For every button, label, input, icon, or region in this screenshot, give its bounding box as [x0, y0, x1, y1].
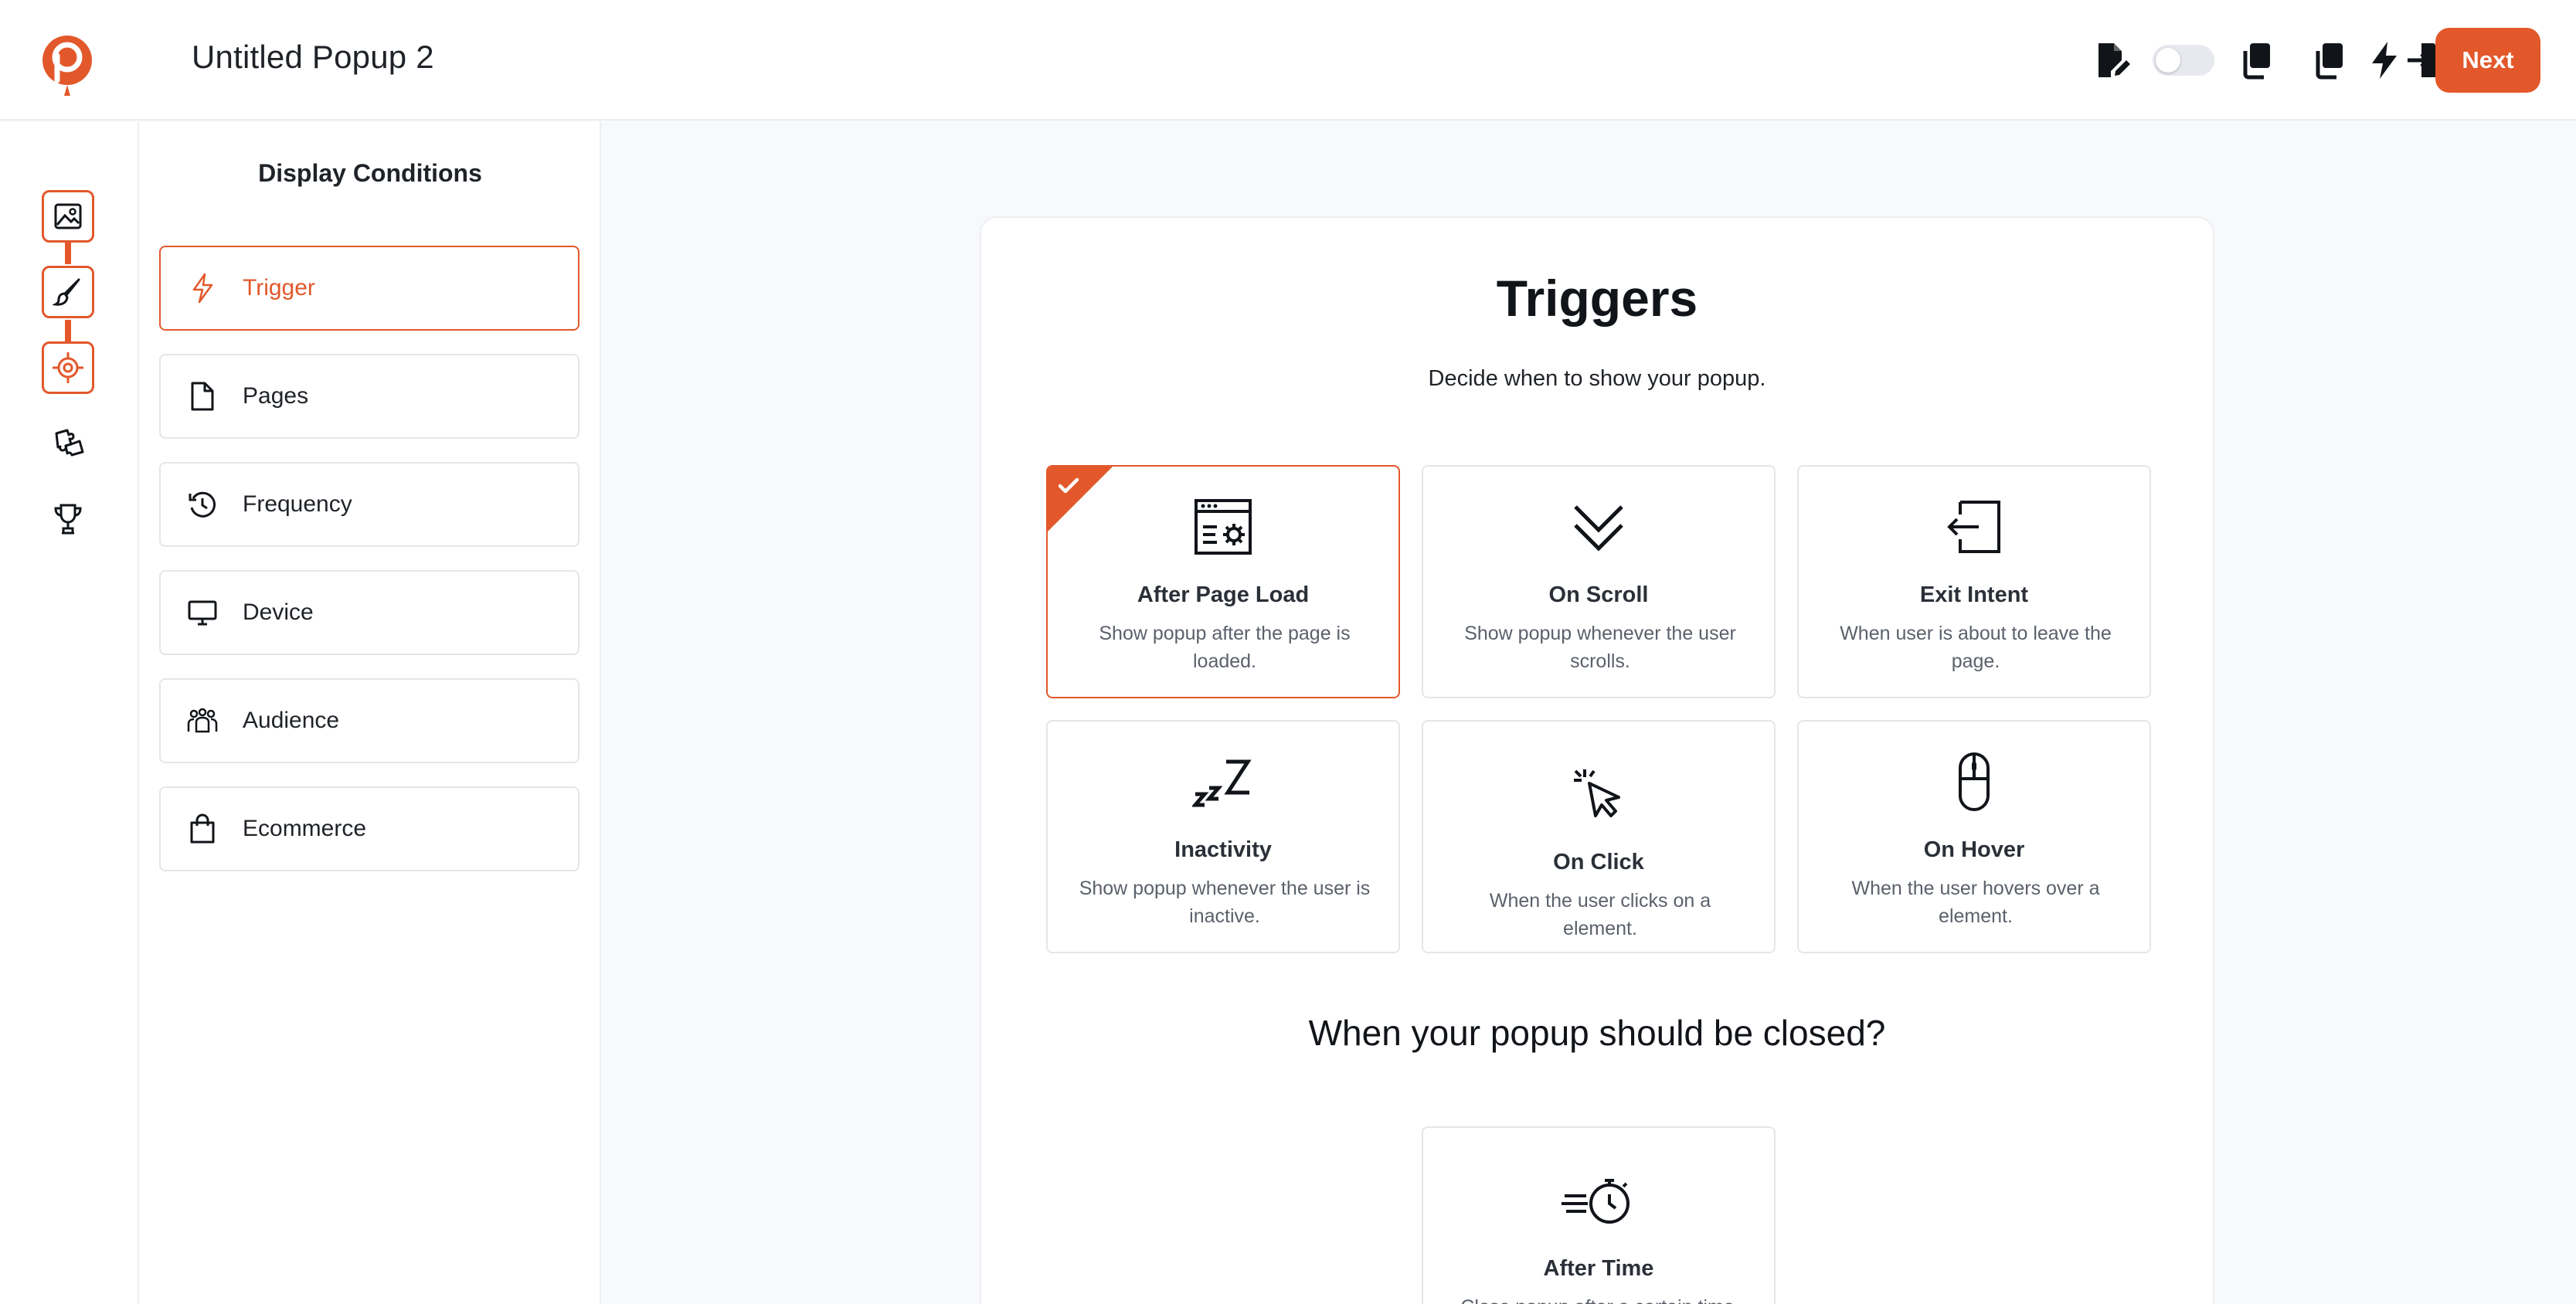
- condition-label: Ecommerce: [243, 816, 367, 841]
- close-after-time[interactable]: After Time Close popup after a certain t…: [1422, 1126, 1776, 1304]
- step-style-brush[interactable]: [42, 266, 94, 318]
- triggers-card: Triggers Decide when to show your popup.…: [980, 216, 2214, 1304]
- trigger-exit-intent[interactable]: Exit Intent When user is about to leave …: [1797, 465, 2151, 698]
- stopwatch-icon: [1423, 1168, 1774, 1233]
- trigger-on-click[interactable]: On Click When the user clicks on a eleme…: [1422, 720, 1776, 953]
- trigger-description: When the user hovers over a element.: [1851, 878, 2100, 927]
- exit-icon: [1799, 494, 2149, 559]
- condition-ecommerce[interactable]: Ecommerce: [159, 786, 579, 871]
- bolt-icon: [185, 271, 219, 305]
- trigger-description: When user is about to leave the page.: [1840, 623, 2112, 672]
- trigger-title: After Page Load: [1137, 582, 1310, 607]
- condition-label: Device: [243, 599, 314, 625]
- bolt-icon[interactable]: [2364, 40, 2404, 80]
- edit-document-icon[interactable]: [2092, 40, 2133, 80]
- condition-audience[interactable]: Audience: [159, 678, 579, 763]
- cursor-click-icon: [1423, 762, 1774, 827]
- close-heading: When your popup should be closed?: [1308, 1013, 1886, 1053]
- top-header: Untitled Popup 2 Next: [0, 0, 2576, 121]
- duplicate-icon[interactable]: [2310, 40, 2350, 80]
- step-integrations[interactable]: [43, 419, 93, 468]
- page-settings-icon: [1048, 494, 1398, 559]
- people-icon: [185, 704, 219, 738]
- file-icon: [185, 379, 219, 413]
- trigger-description: Show popup after the page is loaded.: [1099, 623, 1351, 672]
- trigger-title: On Click: [1553, 850, 1644, 874]
- trophy-icon: [54, 504, 82, 535]
- sleep-icon: [1048, 749, 1398, 814]
- popup-title[interactable]: Untitled Popup 2: [192, 39, 434, 76]
- puzzle-icon: [55, 429, 84, 457]
- step-rail: [0, 122, 139, 1304]
- step-connector: [65, 320, 71, 341]
- mouse-icon: [1799, 749, 2149, 814]
- next-button[interactable]: Next: [2435, 28, 2540, 93]
- step-targeting[interactable]: [42, 341, 94, 394]
- trigger-title: On Hover: [1923, 837, 2025, 862]
- step-design-image[interactable]: [42, 190, 94, 243]
- trigger-inactivity[interactable]: Inactivity Show popup whenever the user …: [1046, 720, 1400, 953]
- brush-icon: [53, 278, 80, 306]
- condition-label: Audience: [243, 708, 340, 733]
- card-subtitle: Decide when to show your popup.: [1428, 366, 1766, 391]
- condition-label: Frequency: [243, 491, 352, 517]
- target-icon: [53, 352, 83, 383]
- trigger-title: Exit Intent: [1919, 582, 2029, 607]
- trigger-on-scroll[interactable]: On Scroll Show popup whenever the user s…: [1422, 465, 1776, 698]
- step-connector: [65, 243, 71, 264]
- trigger-after-page-load[interactable]: After Page Load Show popup after the pag…: [1046, 465, 1400, 698]
- monitor-icon: [185, 596, 219, 630]
- panel-title: Display Conditions: [258, 159, 482, 187]
- close-option-description: Close popup after a certain time.: [1454, 1293, 1746, 1304]
- condition-device[interactable]: Device: [159, 570, 579, 655]
- double-chevron-down-icon: [1423, 494, 1774, 559]
- display-conditions-panel: Display Conditions Trigger Pages Frequen…: [139, 122, 601, 1304]
- copy-icon[interactable]: [2238, 40, 2278, 80]
- trigger-description: Show popup whenever the user scrolls.: [1464, 623, 1736, 672]
- step-goals[interactable]: [43, 494, 93, 544]
- card-title: Triggers: [1496, 270, 1698, 327]
- app-logo-icon[interactable]: [40, 31, 94, 100]
- condition-label: Trigger: [243, 275, 315, 301]
- condition-frequency[interactable]: Frequency: [159, 462, 579, 547]
- trigger-title: Inactivity: [1174, 837, 1272, 862]
- trigger-description: Show popup whenever the user is inactive…: [1079, 878, 1371, 927]
- condition-label: Pages: [243, 383, 309, 409]
- trigger-description: When the user clicks on a element.: [1489, 890, 1711, 939]
- toggle-knob: [2156, 48, 2180, 73]
- shopping-bag-icon: [185, 812, 219, 846]
- image-icon: [54, 203, 82, 229]
- close-option-title: After Time: [1543, 1256, 1654, 1281]
- condition-pages[interactable]: Pages: [159, 354, 579, 439]
- condition-trigger[interactable]: Trigger: [159, 246, 579, 331]
- status-toggle[interactable]: [2153, 45, 2214, 76]
- trigger-on-hover[interactable]: On Hover When the user hovers over a ele…: [1797, 720, 2151, 953]
- clock-refresh-icon: [185, 487, 219, 521]
- trigger-title: On Scroll: [1548, 582, 1649, 607]
